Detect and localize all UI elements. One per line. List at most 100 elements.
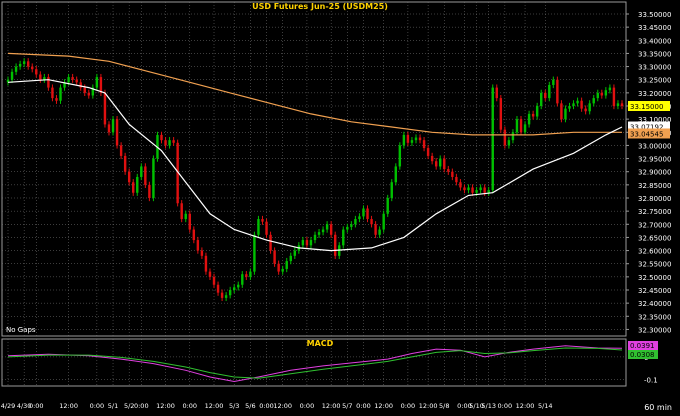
candle-body [515, 119, 519, 133]
time-tick-label: 12:00 [419, 402, 438, 410]
candle-body [277, 263, 280, 272]
candle-body [265, 221, 268, 235]
candle-body [487, 190, 490, 193]
candle-body [180, 203, 183, 220]
time-tick-label: 0:00 [356, 402, 371, 410]
price-tick-label: 33.45000 [638, 24, 671, 32]
candle-body [257, 219, 260, 235]
candle-body [414, 137, 418, 141]
candle-body [140, 166, 143, 177]
candle-body [439, 158, 442, 167]
time-tick-label: 4/29 [1, 402, 16, 410]
candle-body [160, 134, 163, 141]
candle-body [39, 74, 42, 80]
time-tick-label: 5/6 [245, 402, 255, 410]
price-tick-label: 32.70000 [638, 221, 671, 229]
candle-body [103, 92, 107, 125]
candle-body [14, 66, 18, 72]
candle-body [289, 255, 292, 262]
price-tick-label: 32.60000 [638, 248, 671, 256]
price-tick-label: 33.40000 [638, 37, 671, 45]
candle-body [329, 224, 333, 235]
candle-body [544, 92, 547, 99]
candle-body [115, 119, 119, 146]
candle-body [552, 79, 555, 85]
candle-body [245, 274, 248, 277]
candle-body [382, 213, 385, 230]
candle-body [535, 106, 539, 117]
candle-body [212, 276, 216, 285]
candle-body [164, 140, 167, 146]
chart-title: USD Futures Jun-25 (USDM25) [252, 2, 388, 11]
price-tick-label: 32.45000 [638, 287, 671, 295]
time-tick-label: 0:00 [300, 402, 315, 410]
time-tick-label: 0:00 [182, 402, 197, 410]
candle-body [572, 103, 575, 106]
candle-body [83, 87, 86, 93]
time-tick-label: 12:00 [59, 402, 78, 410]
candle-body [507, 140, 511, 146]
candle-body [317, 232, 321, 235]
candle-body [576, 100, 579, 104]
candle-body [362, 208, 365, 217]
candle-body [22, 61, 26, 64]
price-tick-label: 32.35000 [638, 313, 671, 321]
candle-body [111, 119, 115, 133]
candle-body [604, 90, 608, 96]
candle-body [136, 176, 139, 193]
candle-body [204, 255, 208, 272]
time-tick-label: 0:00 [90, 402, 105, 410]
candle-body [459, 182, 462, 188]
time-tick-label: 0:00 [498, 402, 513, 410]
candle-body [148, 184, 151, 198]
candle-body [321, 229, 325, 233]
price-tick-label: 32.55000 [638, 261, 671, 269]
time-tick-label: 0:00 [134, 402, 149, 410]
candle-body [539, 92, 543, 106]
candle-body [378, 229, 381, 235]
candle-body [354, 219, 357, 225]
candle-body [47, 77, 50, 88]
candle-body [123, 155, 127, 172]
candle-body [596, 92, 599, 99]
candle-body [232, 287, 236, 290]
candle-body [249, 271, 252, 277]
candle-body [273, 250, 276, 264]
candle-body [301, 240, 305, 246]
candle-body [75, 79, 78, 83]
candle-body [418, 137, 422, 141]
ma-long-tag-label: 33.04545 [630, 130, 663, 138]
macd-tags: 0.03910.0308 [628, 341, 658, 359]
candle-body [390, 182, 393, 198]
price-tick-label: 32.40000 [638, 300, 671, 308]
candle-body [293, 250, 297, 256]
candle-body [523, 124, 527, 133]
candle-body [87, 92, 91, 96]
candle-body [261, 219, 264, 222]
candle-body [447, 169, 450, 172]
candle-body [398, 145, 402, 167]
candle-body [342, 229, 345, 246]
candle-body [443, 158, 446, 170]
candle-body [568, 106, 571, 109]
candle-body [370, 219, 373, 225]
candle-body [556, 79, 559, 104]
candle-body [519, 119, 523, 133]
candle-body [188, 213, 191, 230]
candle-body [79, 82, 82, 88]
candle-body [491, 87, 494, 191]
candle-body [253, 234, 256, 272]
candle-body [208, 271, 212, 277]
candle-body [580, 100, 583, 109]
candle-body [132, 182, 135, 193]
candle-body [200, 250, 204, 256]
candle-body [584, 108, 587, 112]
candle-body [422, 140, 426, 149]
candle-body [612, 87, 616, 106]
candle-body [196, 240, 200, 251]
price-tick-label: 33.50000 [638, 11, 671, 19]
candle-body [51, 87, 54, 99]
price-tick-label: 33.35000 [638, 50, 671, 58]
candle-body [600, 92, 604, 96]
candle-body [184, 213, 187, 220]
